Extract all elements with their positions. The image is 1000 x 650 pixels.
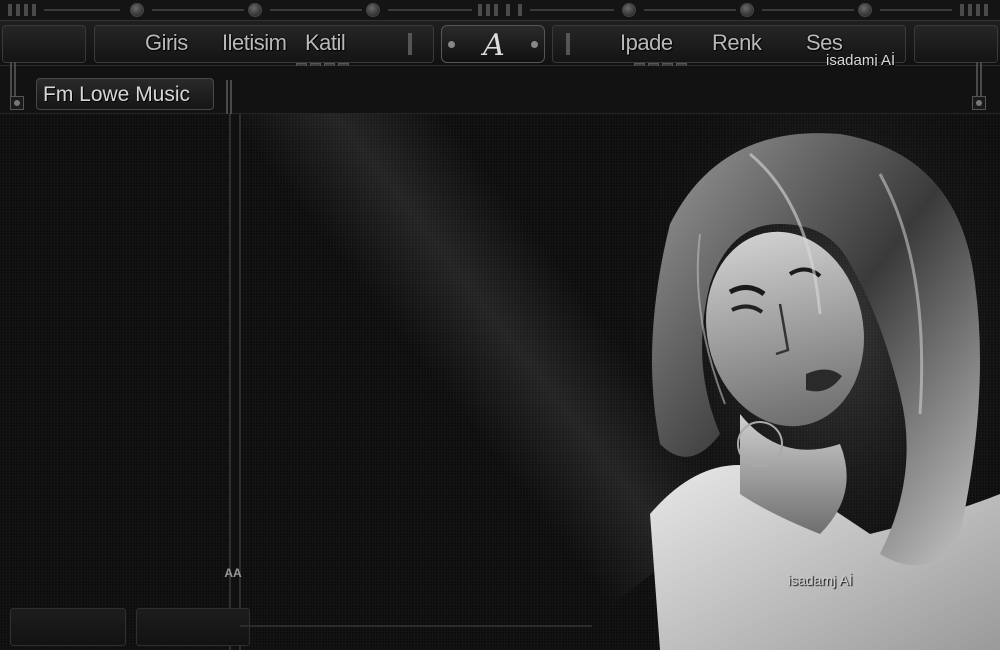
nav-link-katil[interactable]: Katil	[305, 30, 346, 56]
rail-line	[44, 9, 120, 11]
nav-link-renk[interactable]: Renk	[712, 30, 762, 56]
title-bar: Fm Lowe Music	[0, 62, 1000, 114]
bolt-icon	[972, 96, 986, 110]
rail-grip	[968, 4, 972, 16]
horizontal-rule	[240, 625, 592, 627]
divider-grip-icon	[566, 33, 570, 55]
rail-knob-icon	[740, 3, 754, 17]
rail-line	[762, 9, 854, 11]
rail-grip	[478, 4, 482, 16]
bottom-tab-right[interactable]	[136, 608, 250, 646]
nav-end-panel	[914, 25, 998, 63]
rail-knob-icon	[366, 3, 380, 17]
nav-link-iletisim[interactable]: Iletisim	[222, 30, 287, 56]
nav-end-panel	[2, 25, 86, 63]
watermark-text: isadamj Aİ	[788, 572, 853, 588]
rail-line	[880, 9, 952, 11]
rail-grip	[976, 4, 980, 16]
nav-link-ipade[interactable]: Ipade	[620, 30, 673, 56]
bolt-icon	[10, 96, 24, 110]
portrait-image	[630, 114, 1000, 650]
home-logo[interactable]: A	[441, 25, 545, 63]
divider-grip-icon	[408, 33, 412, 55]
artist-portrait	[630, 114, 1000, 650]
rail-grip	[24, 4, 28, 16]
rail-grip	[16, 4, 20, 16]
rail-knob-icon	[130, 3, 144, 17]
nav-link-giris[interactable]: Giris	[145, 30, 188, 56]
rail-grip	[960, 4, 964, 16]
rail-grip	[8, 4, 12, 16]
page-title: Fm Lowe Music	[43, 83, 191, 106]
scroll-marker[interactable]: AA	[221, 566, 245, 580]
top-rail	[0, 0, 1000, 20]
rail-line	[388, 9, 472, 11]
rail-line	[152, 9, 244, 11]
rail-grip	[518, 4, 522, 16]
rail-knob-icon	[622, 3, 636, 17]
rail-line	[270, 9, 362, 11]
rail-line	[644, 9, 736, 11]
rail-grip	[506, 4, 510, 16]
logo-dot-icon	[531, 41, 538, 48]
frame-post	[226, 80, 232, 114]
rail-knob-icon	[858, 3, 872, 17]
rail-grip	[984, 4, 988, 16]
rail-line	[530, 9, 614, 11]
content-stage: AA isadamj Aİ	[0, 114, 1000, 650]
frame-post	[10, 62, 16, 98]
page-title-chip: Fm Lowe Music	[36, 78, 214, 110]
rail-grip	[32, 4, 36, 16]
rail-grip	[486, 4, 490, 16]
rail-grip	[494, 4, 498, 16]
rail-knob-icon	[248, 3, 262, 17]
bottom-tab-left[interactable]	[10, 608, 126, 646]
frame-post	[976, 62, 982, 98]
